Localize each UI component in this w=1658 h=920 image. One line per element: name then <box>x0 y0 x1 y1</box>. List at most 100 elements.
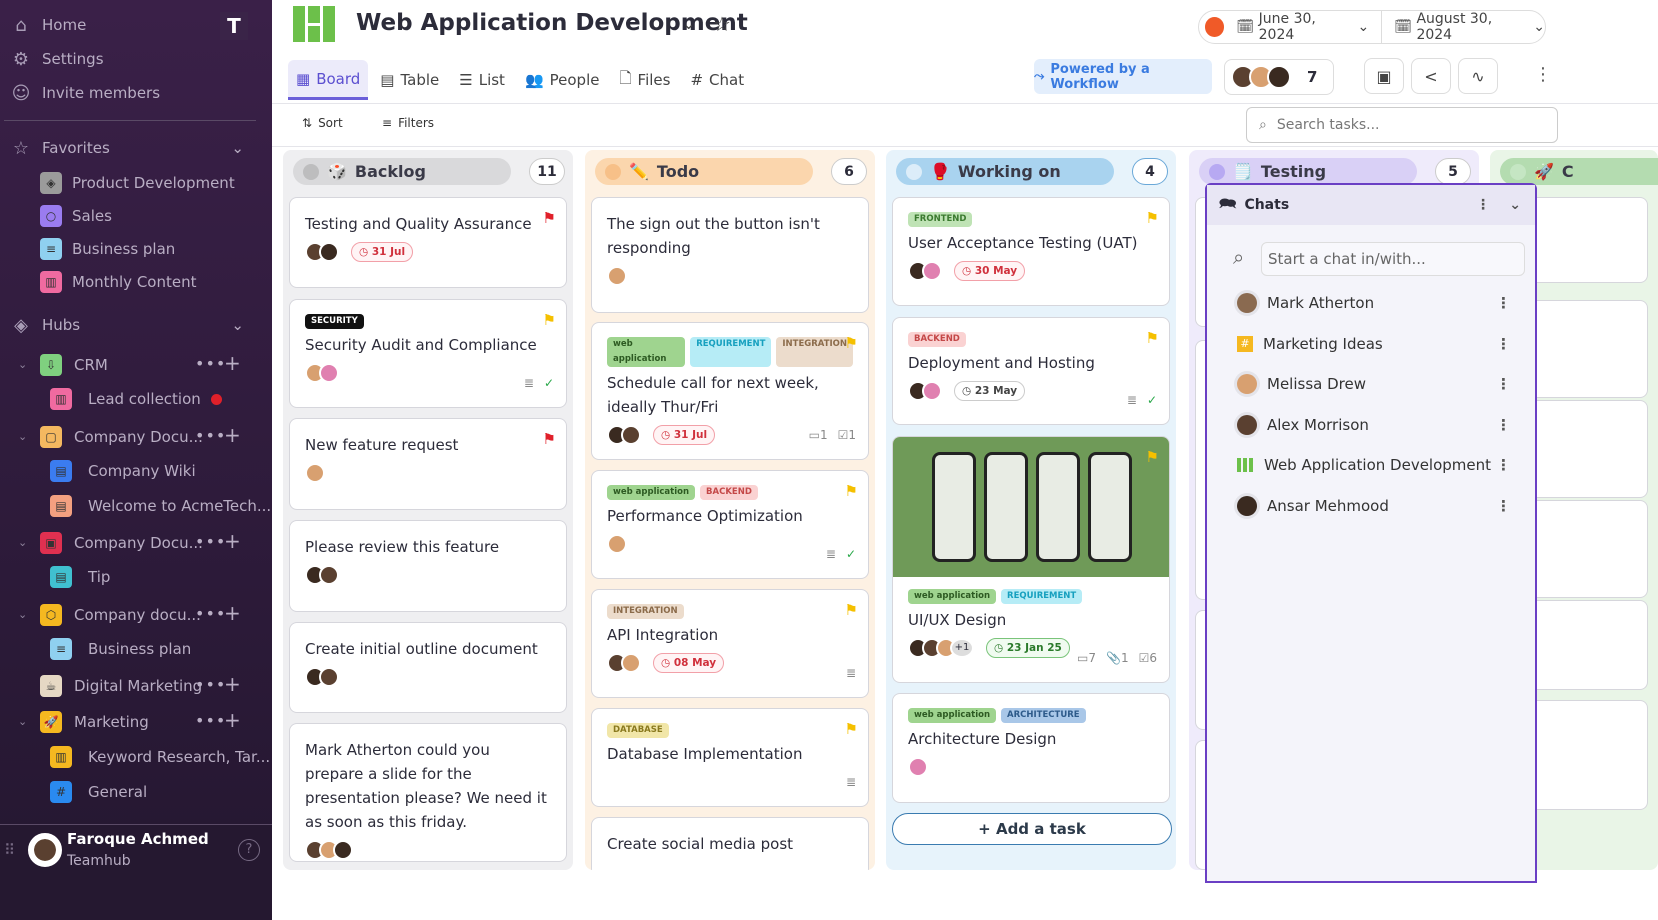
sidebar-page[interactable]: ▤ Welcome to AcmeTech... <box>50 491 271 521</box>
task-card[interactable]: ⚑ FRONTEND User Acceptance Testing (UAT) ◷ … <box>892 197 1170 306</box>
drag-handle-icon[interactable]: ⠿ <box>4 841 15 859</box>
assignee-avatar[interactable] <box>319 667 339 687</box>
chat-item[interactable]: Ansar Mehmood ⋮ <box>1237 491 1521 521</box>
task-card[interactable]: ⚑ New feature request <box>289 418 567 510</box>
share-button[interactable]: < <box>1411 58 1451 94</box>
assignee-avatar[interactable] <box>305 463 325 483</box>
favorite-item[interactable]: ○ Sales <box>40 201 112 231</box>
priority-flag-icon[interactable]: ⚑ <box>845 717 858 741</box>
priority-flag-icon[interactable]: ⚑ <box>543 206 556 230</box>
task-card[interactable]: ⚑ DATABASE Database Implementation ≣ <box>591 708 869 807</box>
user-footer[interactable]: ⠿ Faroque Achmed Teamhub ? <box>0 824 272 920</box>
sort-button[interactable]: ⇅ Sort <box>302 116 343 130</box>
due-date[interactable]: ◷ 31 Jul <box>351 242 414 262</box>
favorite-item[interactable]: ▥ Monthly Content <box>40 267 196 297</box>
due-date[interactable]: ◷ 31 Jul <box>653 425 716 445</box>
priority-flag-icon[interactable]: ⚑ <box>845 479 858 503</box>
sidebar-hub[interactable]: ☕ Digital Marketing <box>40 671 202 701</box>
priority-flag-icon[interactable]: ⚑ <box>845 598 858 622</box>
priority-flag-icon[interactable]: ⚑ <box>845 331 858 355</box>
help-icon[interactable]: ? <box>238 839 260 861</box>
chat-more-icon[interactable]: ⋮ <box>1496 294 1511 312</box>
tab-table[interactable]: ▤ Table <box>372 60 447 100</box>
due-date[interactable]: ◷ 23 Jan 25 <box>986 638 1070 658</box>
due-date[interactable]: ◷ 30 May <box>954 261 1026 281</box>
calendar-view-button[interactable]: ▣ <box>1364 58 1404 94</box>
title-chevron-icon[interactable]: ⌄ <box>682 14 695 33</box>
chat-item[interactable]: Web Application Development ⋮ <box>1237 450 1521 480</box>
assignee-avatar[interactable] <box>319 565 339 585</box>
task-card[interactable]: Please review this feature <box>289 520 567 612</box>
chat-item[interactable]: Melissa Drew ⋮ <box>1237 369 1521 399</box>
chevron-down-icon[interactable]: ⌄ <box>18 715 27 728</box>
favorites-section[interactable]: ☆ Favorites ⌄ <box>10 133 250 163</box>
user-avatar[interactable] <box>28 833 62 867</box>
tab-list[interactable]: ☰ List <box>451 60 513 100</box>
task-card[interactable]: ⚑ Testing and Quality Assurance ◷ 31 Jul <box>289 197 567 288</box>
assignee-avatar[interactable] <box>607 266 627 286</box>
assignee-avatar[interactable] <box>621 425 641 445</box>
column-header[interactable]: 🚀 C <box>1500 158 1658 185</box>
workspace-badge[interactable]: T <box>220 12 248 40</box>
tab-files[interactable]: 🗋 Files <box>611 60 678 100</box>
task-card[interactable]: The sign out the button isn't responding <box>591 197 869 313</box>
due-date[interactable]: ◷ 23 May <box>954 381 1026 401</box>
task-card[interactable]: ⚑ INTEGRATION API Integration ◷ 08 May ≣ <box>591 589 869 698</box>
chat-item[interactable]: Mark Atherton ⋮ <box>1237 288 1521 318</box>
chevron-down-icon[interactable]: ⌄ <box>18 430 27 443</box>
sidebar-item-home[interactable]: ⌂ Home <box>10 10 86 40</box>
favorite-item[interactable]: ◈ Product Development <box>40 168 235 198</box>
chat-more-icon[interactable]: ⋮ <box>1496 335 1511 353</box>
more-icon[interactable]: ••• <box>195 354 226 373</box>
plus-icon[interactable]: + <box>224 529 241 553</box>
due-date[interactable]: ◷ 08 May <box>653 653 725 673</box>
sidebar-page[interactable]: ▤ Tip <box>50 562 110 592</box>
more-icon[interactable]: ••• <box>195 711 226 730</box>
members-button[interactable]: 7 <box>1224 59 1334 95</box>
assignee-avatar[interactable] <box>922 381 942 401</box>
more-assignees[interactable]: +1 <box>950 638 974 658</box>
task-card[interactable]: Create social media post <box>591 817 869 870</box>
collapse-chevron-icon[interactable]: ⌄ <box>1509 197 1521 213</box>
chat-more-icon[interactable]: ⋮ <box>1496 375 1511 393</box>
task-card[interactable]: ⚑ web application BACKEND Performance Optim… <box>591 470 869 579</box>
more-icon[interactable]: ••• <box>195 532 226 551</box>
sidebar-page[interactable]: ▥ Keyword Research, Tar... <box>50 742 270 772</box>
task-card[interactable]: ⚑ web application REQUIREMENT UI/UX Design +… <box>892 436 1170 683</box>
priority-flag-icon[interactable]: ⚑ <box>1146 206 1159 230</box>
tab-chat[interactable]: # Chat <box>682 60 752 100</box>
priority-flag-icon[interactable]: ⚑ <box>543 427 556 451</box>
filters-button[interactable]: ≡ Filters <box>382 116 434 130</box>
chats-more-icon[interactable]: ⋮ <box>1476 197 1490 213</box>
plus-icon[interactable]: + <box>224 423 241 447</box>
assignee-avatar[interactable] <box>319 242 339 262</box>
column-header[interactable]: 🥊 Working on <box>896 158 1114 185</box>
sidebar-item-invite-members[interactable]: ☺ Invite members <box>10 78 160 108</box>
assignee-avatar[interactable] <box>607 534 627 554</box>
chat-search-input[interactable]: Start a chat in/with... <box>1261 242 1525 276</box>
more-icon[interactable]: ••• <box>195 675 226 694</box>
start-date[interactable]: June 30, 2024 <box>1259 11 1353 43</box>
sidebar-hub[interactable]: ⇩ CRM <box>40 350 108 380</box>
task-card[interactable]: ⚑ SECURITY Security Audit and Compliance ≣ ✓ <box>289 299 567 408</box>
sidebar-item-settings[interactable]: ⚙ Settings <box>10 44 104 74</box>
assignee-avatar[interactable] <box>333 840 353 860</box>
add-task-button[interactable]: + Add a task <box>892 813 1172 845</box>
workflow-button[interactable]: ⤳ Powered by a Workflow <box>1034 59 1212 94</box>
status-dot[interactable] <box>1205 17 1225 37</box>
chevron-down-icon[interactable]: ⌄ <box>18 608 27 621</box>
chat-more-icon[interactable]: ⋮ <box>1496 416 1511 434</box>
more-icon[interactable]: ••• <box>195 604 226 623</box>
plus-icon[interactable]: + <box>224 672 241 696</box>
plus-icon[interactable]: + <box>224 351 241 375</box>
favorite-item[interactable]: ≡ Business plan <box>40 234 175 264</box>
chat-item[interactable]: # Marketing Ideas ⋮ <box>1237 329 1521 359</box>
task-card[interactable]: ⚑ web application REQUIREMENT INTEGRATION Sc… <box>591 322 869 460</box>
task-card[interactable]: ⚑ BACKEND Deployment and Hosting ◷ 23 May ≣ ✓ <box>892 317 1170 425</box>
column-header[interactable]: 🎲 Backlog <box>293 158 511 185</box>
search-tasks-input[interactable]: ⌕ Search tasks... <box>1246 107 1558 143</box>
sidebar-page[interactable]: ≡ Business plan <box>50 634 191 664</box>
priority-flag-icon[interactable]: ⚑ <box>1146 326 1159 350</box>
assignee-avatar[interactable] <box>922 261 942 281</box>
assignee-avatar[interactable] <box>908 757 928 777</box>
